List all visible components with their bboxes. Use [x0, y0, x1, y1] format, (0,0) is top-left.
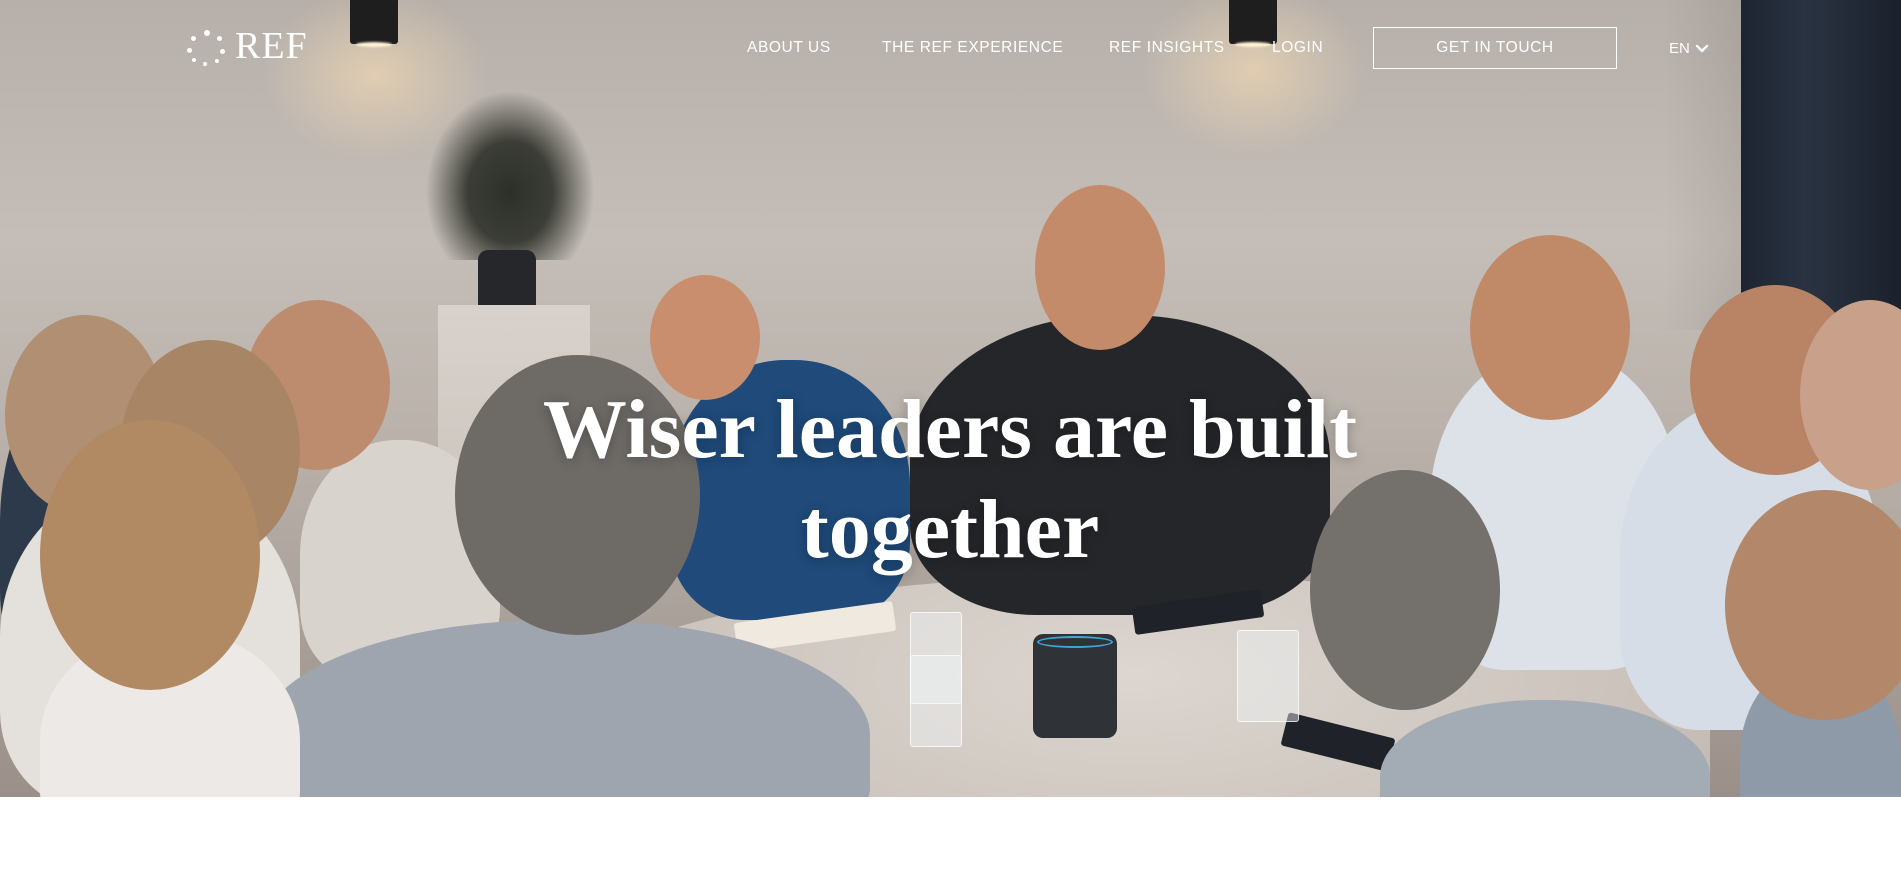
language-label: EN: [1669, 40, 1690, 57]
ceiling-lamp: [350, 0, 398, 44]
headline-line-2: together: [800, 483, 1100, 576]
ceiling-lamp: [1229, 0, 1277, 44]
dotted-circle-logo-icon: [187, 28, 227, 66]
nav-item-ref-insights[interactable]: REF INSIGHTS: [1109, 39, 1225, 57]
nav-item-ref-experience[interactable]: THE REF EXPERIENCE: [882, 39, 1063, 57]
language-selector[interactable]: EN: [1669, 40, 1709, 57]
nav-item-about-us[interactable]: ABOUT US: [747, 39, 831, 57]
smart-speaker: [1033, 634, 1117, 738]
headline-line-1: Wiser leaders are built: [542, 383, 1358, 476]
plant: [425, 90, 595, 260]
hero-headline: Wiser leaders are built together: [450, 380, 1450, 580]
water-glass: [1237, 630, 1299, 722]
get-in-touch-button[interactable]: GET IN TOUCH: [1373, 27, 1617, 69]
nav-item-login[interactable]: LOGIN: [1272, 39, 1323, 57]
logo[interactable]: REF: [187, 26, 308, 66]
logo-text: REF: [235, 25, 308, 67]
curtain: [1741, 0, 1901, 320]
vase: [478, 250, 536, 312]
water-glass: [910, 655, 962, 747]
chevron-down-icon: [1695, 44, 1709, 52]
